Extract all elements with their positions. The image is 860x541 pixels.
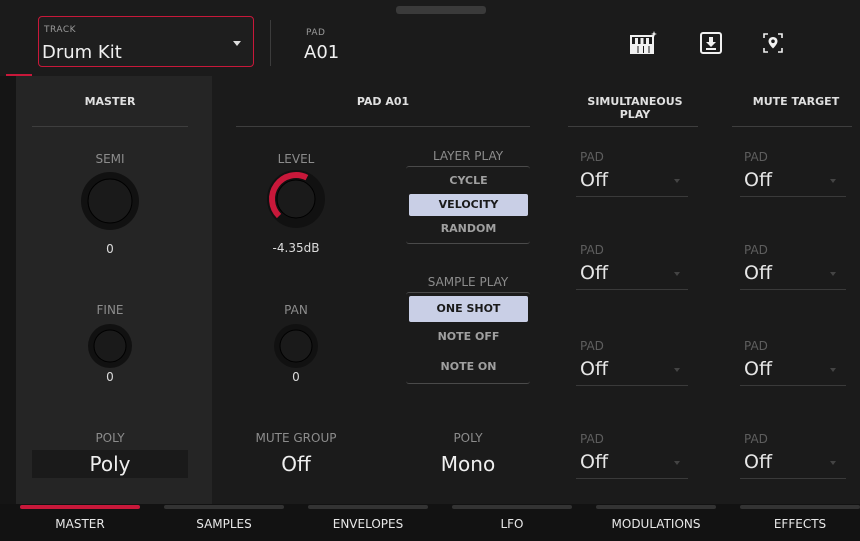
chevron-down-icon [674, 461, 680, 465]
simultaneous-title-divider [568, 126, 698, 127]
chevron-down-icon [674, 179, 680, 183]
tab-effects-indicator [740, 505, 860, 509]
mute-target-pad-value[interactable]: Off [744, 169, 772, 191]
pad-poly-label: POLY [453, 431, 483, 445]
simultaneous-play-title: SIMULTANEOUS PLAY [587, 95, 683, 121]
sample-play-option-note-off[interactable]: NOTE OFF [409, 326, 528, 348]
mute-target-title-divider [732, 126, 852, 127]
pan-label: PAN [284, 303, 308, 317]
tab-modulations[interactable]: MODULATIONS [596, 517, 716, 531]
layer-play-option-random[interactable]: RANDOM [409, 218, 528, 240]
sample-play-option-note-on[interactable]: NOTE ON [409, 356, 528, 378]
fine-value: 0 [106, 370, 114, 384]
mute-target-pad-underline [740, 196, 846, 197]
simultaneous-pad-label: PAD [580, 243, 604, 257]
level-label: LEVEL [277, 152, 315, 166]
download-icon[interactable] [698, 30, 724, 56]
semi-knob[interactable] [79, 170, 141, 236]
mute-target-pad-value[interactable]: Off [744, 262, 772, 284]
pad-section-title: PAD A01 [356, 95, 410, 108]
mute-target-pad-label: PAD [744, 243, 768, 257]
simultaneous-pad-label: PAD [580, 432, 604, 446]
chevron-down-icon [674, 272, 680, 276]
master-poly-value: Poly [89, 452, 131, 476]
tab-envelopes[interactable]: ENVELOPES [308, 517, 428, 531]
mute-target-pad-underline [740, 385, 846, 386]
semi-value: 0 [106, 242, 114, 256]
pad-label: PAD [306, 28, 326, 38]
chevron-down-icon [674, 368, 680, 372]
semi-label: SEMI [95, 152, 125, 166]
mute-group-value[interactable]: Off [226, 452, 366, 476]
chevron-down-icon [233, 41, 241, 46]
simultaneous-pad-value[interactable]: Off [580, 262, 608, 284]
master-title: MASTER [84, 95, 136, 108]
tab-lfo[interactable]: LFO [452, 517, 572, 531]
sample-play-option-one-shot[interactable]: ONE SHOT [409, 296, 528, 322]
chevron-down-icon [830, 179, 836, 183]
layer-play-label: LAYER PLAY [432, 149, 504, 163]
mute-target-pad-label: PAD [744, 150, 768, 164]
mute-target-pad-value[interactable]: Off [744, 358, 772, 380]
mute-target-pad-label: PAD [744, 339, 768, 353]
mute-group-label: MUTE GROUP [255, 431, 337, 445]
master-title-divider [32, 126, 188, 127]
track-label: TRACK [44, 25, 77, 35]
mute-target-pad-label: PAD [744, 432, 768, 446]
simultaneous-pad-value[interactable]: Off [580, 169, 608, 191]
master-poly-label: POLY [95, 431, 125, 445]
fine-label: FINE [96, 303, 124, 317]
simultaneous-pad-value[interactable]: Off [580, 451, 608, 473]
tab-envelopes-indicator [308, 505, 428, 509]
mute-target-title: MUTE TARGET [752, 95, 840, 108]
pad-value[interactable]: A01 [304, 42, 339, 63]
tab-effects-dots [796, 535, 810, 538]
level-knob[interactable] [265, 168, 327, 234]
tab-samples[interactable]: SAMPLES [164, 517, 284, 531]
layer-play-option-cycle[interactable]: CYCLE [409, 170, 528, 192]
tab-master[interactable]: MASTER [20, 517, 140, 531]
drag-handle[interactable] [396, 6, 486, 14]
level-value: -4.35dB [272, 241, 320, 255]
pan-value: 0 [292, 370, 300, 384]
chevron-down-icon [830, 272, 836, 276]
header-divider [270, 20, 271, 66]
simultaneous-pad-value[interactable]: Off [580, 358, 608, 380]
mute-target-pad-underline [740, 289, 846, 290]
mute-target-pad-underline [740, 478, 846, 479]
chevron-down-icon [830, 368, 836, 372]
tab-effects[interactable]: EFFECTS [740, 517, 860, 531]
pad-poly-value[interactable]: Mono [398, 452, 538, 476]
locate-icon[interactable] [760, 30, 786, 56]
tab-master-indicator [20, 505, 140, 509]
layer-play-option-velocity[interactable]: VELOCITY [409, 194, 528, 216]
mute-target-pad-value[interactable]: Off [744, 451, 772, 473]
sample-play-label: SAMPLE PLAY [427, 275, 509, 289]
tab-envelopes-dots [359, 535, 380, 538]
tab-modulations-indicator [596, 505, 716, 509]
keyboard-plus-icon[interactable] [630, 30, 657, 56]
chevron-down-icon [830, 461, 836, 465]
tab-samples-dots [211, 535, 239, 538]
tab-samples-indicator [164, 505, 284, 509]
simultaneous-pad-label: PAD [580, 150, 604, 164]
fine-knob[interactable] [86, 322, 134, 374]
simultaneous-pad-underline [576, 478, 688, 479]
simultaneous-pad-underline [576, 289, 688, 290]
simultaneous-pad-underline [576, 385, 688, 386]
track-value: Drum Kit [42, 42, 122, 63]
pad-title-divider [236, 126, 530, 127]
tab-lfo-indicator [452, 505, 572, 509]
simultaneous-pad-label: PAD [580, 339, 604, 353]
track-select[interactable]: TRACK Drum Kit [38, 16, 254, 67]
simultaneous-pad-underline [576, 196, 688, 197]
pan-knob[interactable] [272, 322, 320, 374]
